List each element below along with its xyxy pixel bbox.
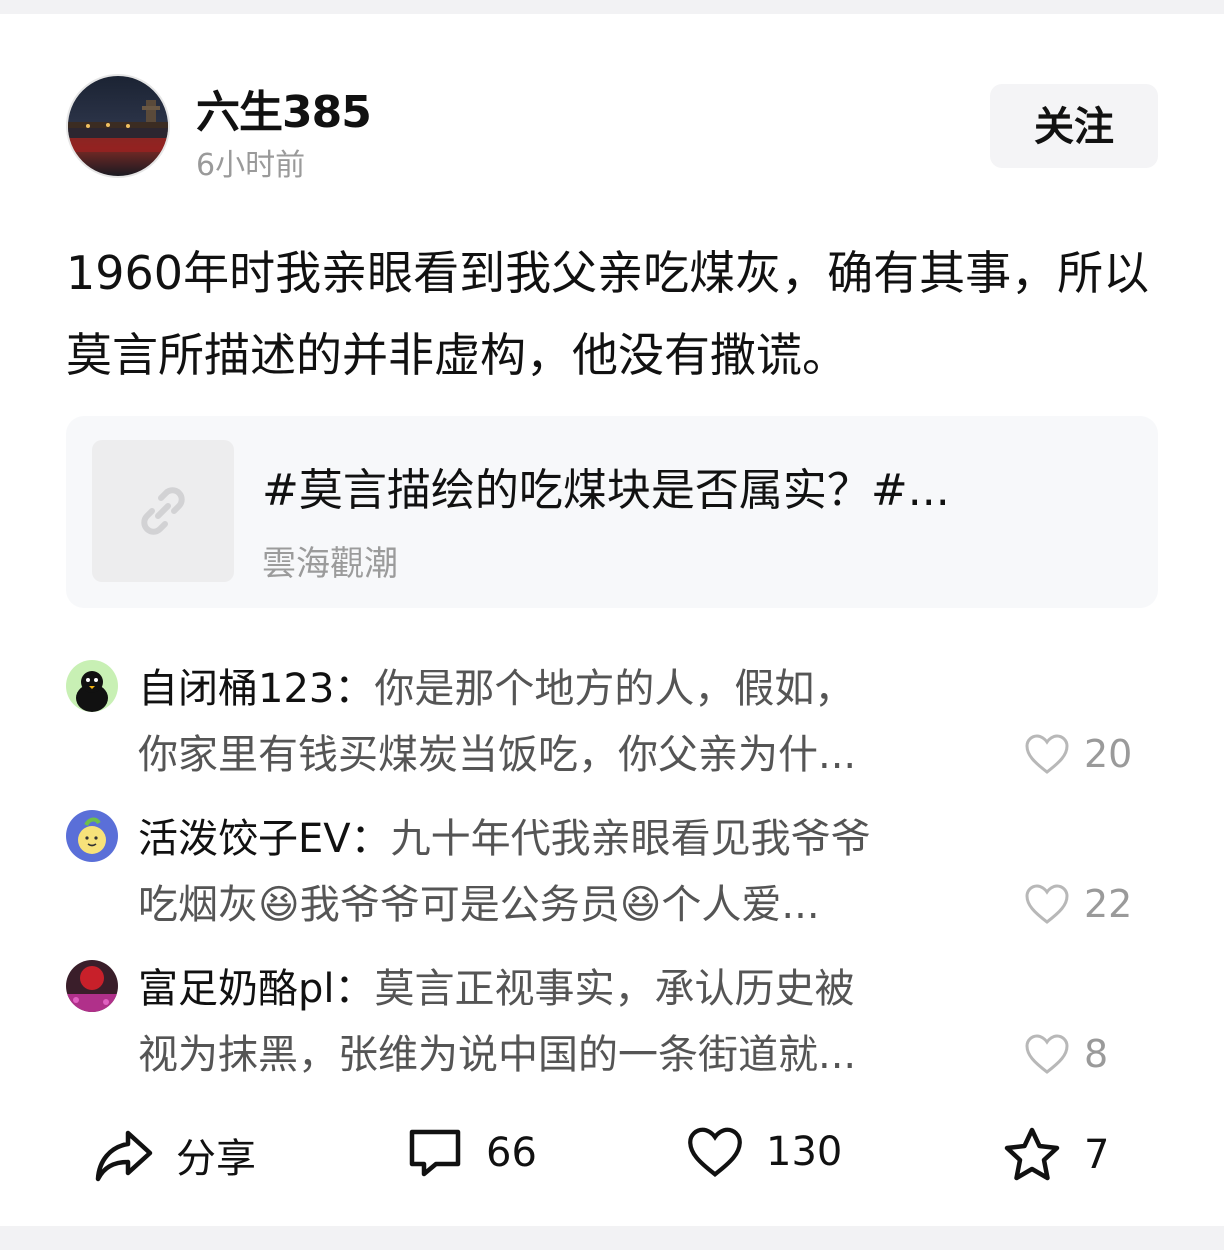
post-time: 6小时前: [196, 148, 306, 183]
comment-like-button[interactable]: 8: [1024, 1032, 1108, 1076]
comment-body-line2: 你家里有钱买煤炭当饭吃，你父亲为什...: [138, 732, 857, 778]
comment-text: 活泼饺子EV：九十年代我亲眼看见我爷爷 吃烟灰😆我爷爷可是公务员😆个人爱...: [138, 806, 978, 938]
post-content: 1960年时我亲眼看到我父亲吃煤灰，确有其事，所以莫言所描述的并非虚构，他没有撒…: [66, 246, 1150, 382]
comment-body-line2a: 吃烟灰: [138, 882, 258, 928]
share-button[interactable]: 分享: [94, 1126, 256, 1184]
comment-like-count: 22: [1084, 882, 1133, 926]
heart-icon: [688, 1127, 742, 1177]
comment-body-line2b: 我爷爷可是公务员: [299, 882, 620, 928]
star-icon: [1004, 1127, 1060, 1181]
comment-author[interactable]: 自闭桶123：: [138, 666, 374, 712]
share-icon: [95, 1130, 153, 1182]
comment-like-button[interactable]: 20: [1024, 732, 1132, 776]
heart-icon: [1025, 1034, 1069, 1074]
link-thumbnail: [92, 440, 234, 582]
heart-icon: [1025, 884, 1069, 924]
comment-like-button[interactable]: 22: [1024, 882, 1132, 926]
link-card[interactable]: #莫言描绘的吃煤块是否属实？#... 雲海觀潮: [66, 416, 1158, 608]
heart-icon: [1025, 734, 1069, 774]
comment-body-line2: 视为抹黑，张维为说中国的一条街道就...: [138, 1032, 857, 1078]
comment-text: 富足奶酪pl：莫言正视事实，承认历史被 视为抹黑，张维为说中国的一条街道就...: [138, 956, 978, 1088]
comment-body-line1: 莫言正视事实，承认历史被: [374, 966, 855, 1012]
like-button[interactable]: 130: [686, 1126, 842, 1178]
commenter-avatar[interactable]: [66, 960, 118, 1012]
laughing-emoji: 😆: [258, 882, 300, 928]
comment-text: 自闭桶123：你是那个地方的人，假如， 你家里有钱买煤炭当饭吃，你父亲为什...: [138, 656, 978, 788]
comment-body-line1: 你是那个地方的人，假如，: [374, 666, 855, 712]
comment-icon: [409, 1129, 461, 1177]
comment-body-line1: 九十年代我亲眼看见我爷爷: [390, 816, 871, 862]
follow-button[interactable]: 关注: [990, 84, 1158, 168]
link-title[interactable]: #莫言描绘的吃煤块是否属实？#...: [262, 454, 950, 518]
author-name[interactable]: 六生385: [196, 76, 372, 140]
comment-author[interactable]: 富足奶酪pl：: [138, 966, 375, 1012]
comment-body-line2c: 个人爱...: [661, 882, 820, 928]
post-card: 六生385 6小时前 关注 1960年时我亲眼看到我父亲吃煤灰，确有其事，所以莫…: [0, 14, 1224, 1226]
comment-author[interactable]: 活泼饺子EV：: [138, 816, 391, 862]
laughing-emoji: 😆: [619, 882, 662, 928]
commenter-avatar[interactable]: [66, 810, 118, 862]
commenter-avatar[interactable]: [66, 660, 118, 712]
link-source: 雲海觀潮: [262, 544, 398, 584]
author-avatar[interactable]: [66, 74, 170, 178]
link-icon: [141, 487, 185, 535]
comment-like-count: 8: [1084, 1032, 1109, 1076]
like-count: 130: [766, 1129, 843, 1175]
comment-button[interactable]: 66: [406, 1126, 537, 1180]
comment-count: 66: [486, 1130, 537, 1176]
favorite-button[interactable]: 7: [1002, 1126, 1109, 1184]
favorite-count: 7: [1084, 1132, 1110, 1178]
comment-like-count: 20: [1084, 732, 1133, 776]
share-label: 分享: [176, 1136, 256, 1182]
